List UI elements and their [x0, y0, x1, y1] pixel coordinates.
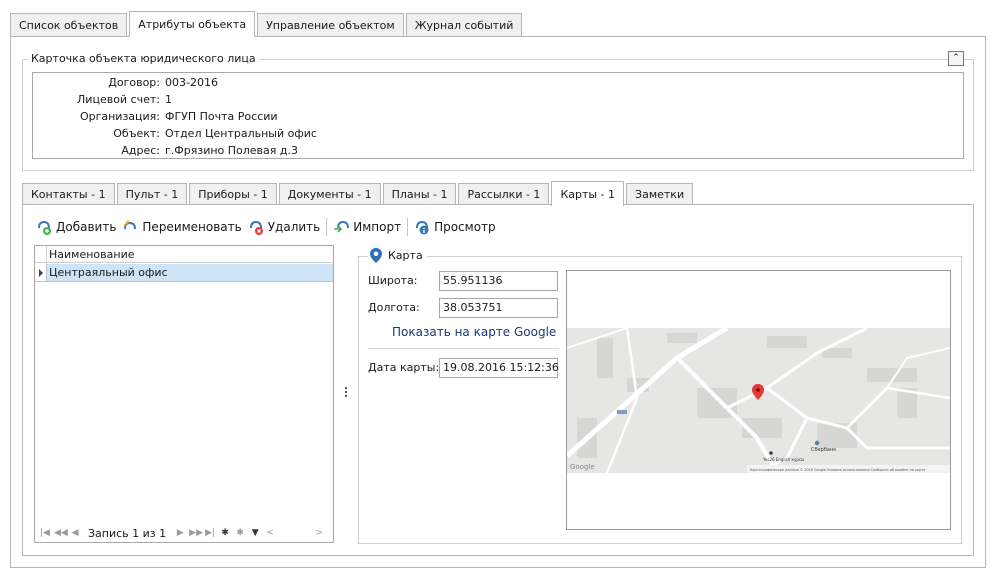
append-icon[interactable]: ✱ — [219, 528, 231, 538]
info-row-organization: Организация: ФГУП Почта России — [33, 110, 533, 124]
info-value: ФГУП Почта России — [165, 110, 278, 123]
latitude-label: Широта: — [368, 274, 418, 287]
info-value: 003-2016 — [165, 76, 218, 89]
detail-tabs: Контакты - 1 Пульт - 1 Приборы - 1 Докум… — [22, 181, 695, 206]
row-indicator-header — [35, 246, 47, 263]
edit-icon[interactable]: ✱ — [234, 528, 246, 538]
tab-event-log[interactable]: Журнал событий — [405, 13, 523, 36]
import-label: Импорт — [353, 220, 402, 234]
current-row-icon — [39, 269, 43, 277]
add-label: Добавить — [56, 220, 117, 234]
import-button[interactable]: Импорт — [333, 219, 401, 235]
info-label: Договор: — [108, 76, 160, 89]
prev-page-icon[interactable]: ◀◀ — [54, 528, 68, 538]
prev-record-icon[interactable]: ◀ — [69, 528, 81, 538]
next-page-icon[interactable]: ▶▶ — [189, 528, 203, 538]
info-value: г.Фрязино Полевая д.3 — [165, 144, 298, 157]
tab-documents[interactable]: Документы - 1 — [278, 183, 381, 205]
collapse-button[interactable]: ⌃ — [948, 51, 964, 66]
google-logo: Google — [570, 463, 595, 471]
splitter-handle[interactable] — [345, 387, 347, 401]
map-date-label: Дата карты: — [368, 361, 440, 374]
show-on-google-link[interactable]: Показать на карте Google — [392, 325, 556, 339]
tab-plans[interactable]: Планы - 1 — [382, 183, 457, 205]
divider — [368, 348, 559, 349]
info-label: Адрес: — [121, 144, 160, 157]
column-header-name[interactable]: Наименование — [49, 248, 134, 261]
last-page-icon[interactable]: ▶| — [204, 528, 216, 538]
card-info: Договор: 003-2016 Лицевой счет: 1 Органи… — [32, 72, 964, 159]
next-record-icon[interactable]: ▶ — [174, 528, 186, 538]
tab-contacts[interactable]: Контакты - 1 — [22, 183, 115, 205]
main-tabs: Список объектов Атрибуты объекта Управле… — [10, 11, 524, 37]
scroll-right-icon[interactable]: > — [313, 528, 325, 538]
map-group-title: Карта — [368, 248, 427, 263]
map-image: Сбербанк Yes26 English курсы Google Карт… — [567, 328, 950, 473]
rename-button[interactable]: Переименовать — [122, 219, 242, 235]
add-button[interactable]: Добавить — [36, 219, 116, 235]
card-title: Карточка объекта юридического лица — [28, 52, 259, 65]
row-indicator — [35, 264, 47, 281]
info-row-account: Лицевой счет: 1 — [33, 93, 533, 107]
info-label: Лицевой счет: — [77, 93, 160, 106]
view-label: Просмотр — [434, 220, 496, 234]
bank-label: Сбербанк — [811, 447, 836, 453]
info-value: 1 — [165, 93, 172, 106]
tab-mailings[interactable]: Рассылки - 1 — [458, 183, 550, 205]
toolbar-separator — [326, 218, 328, 236]
map-pin-icon — [370, 248, 382, 263]
tab-devices[interactable]: Приборы - 1 — [189, 183, 277, 205]
tab-console[interactable]: Пульт - 1 — [116, 183, 188, 205]
grid-navigator: |◀ ◀◀ ◀ Запись 1 из 1 ▶ ▶▶ ▶| ✱ ✱ ▼ < > — [35, 524, 333, 542]
delete-icon — [248, 219, 264, 235]
delete-button[interactable]: Удалить — [248, 219, 321, 235]
table-row[interactable]: Центраяльный офис — [35, 264, 333, 282]
rename-icon — [122, 219, 138, 235]
first-page-icon[interactable]: |◀ — [39, 528, 51, 538]
tab-object-control[interactable]: Управление объектом — [257, 13, 404, 36]
maps-grid: Наименование Центраяльный офис |◀ ◀◀ ◀ З… — [34, 245, 334, 543]
latitude-field[interactable]: 55.951136 — [439, 271, 558, 291]
tab-maps[interactable]: Карты - 1 — [551, 181, 625, 206]
tab-object-attributes[interactable]: Атрибуты объекта — [129, 11, 256, 37]
map-title: Карта — [388, 249, 423, 262]
map-footer: Картографические данные © 2016 Google Ус… — [750, 468, 925, 472]
view-icon — [414, 219, 430, 235]
info-value: Отдел Центральный офис — [165, 127, 317, 140]
table-cell[interactable]: Центраяльный офис — [49, 266, 168, 279]
record-counter: Запись 1 из 1 — [88, 526, 167, 540]
view-button[interactable]: Просмотр — [414, 219, 496, 235]
info-row-contract: Договор: 003-2016 — [33, 76, 533, 90]
longitude-label: Долгота: — [368, 301, 420, 314]
grid-header: Наименование — [35, 246, 333, 263]
map-view[interactable]: Сбербанк Yes26 English курсы Google Карт… — [566, 270, 951, 530]
info-row-object: Объект: Отдел Центральный офис — [33, 127, 533, 141]
import-icon — [333, 219, 350, 235]
map-date-field[interactable]: 19.08.2016 15:12:36 — [439, 358, 559, 378]
tab-notes[interactable]: Заметки — [626, 183, 694, 205]
info-row-address: Адрес: г.Фрязино Полевая д.3 — [33, 144, 533, 158]
add-icon — [36, 219, 52, 235]
filter-icon[interactable]: ▼ — [249, 528, 261, 538]
info-label: Объект: — [113, 127, 160, 140]
toolbar: Добавить Переименовать Удалить Импорт Пр… — [36, 217, 502, 237]
info-label: Организация: — [79, 110, 160, 123]
toolbar-separator — [407, 218, 409, 236]
delete-label: Удалить — [267, 220, 321, 234]
tab-object-list[interactable]: Список объектов — [10, 13, 128, 36]
longitude-field[interactable]: 38.053751 — [439, 298, 558, 318]
rename-label: Переименовать — [142, 220, 242, 234]
scroll-left-icon[interactable]: < — [264, 528, 276, 538]
courses-label: Yes26 English курсы — [762, 457, 804, 462]
